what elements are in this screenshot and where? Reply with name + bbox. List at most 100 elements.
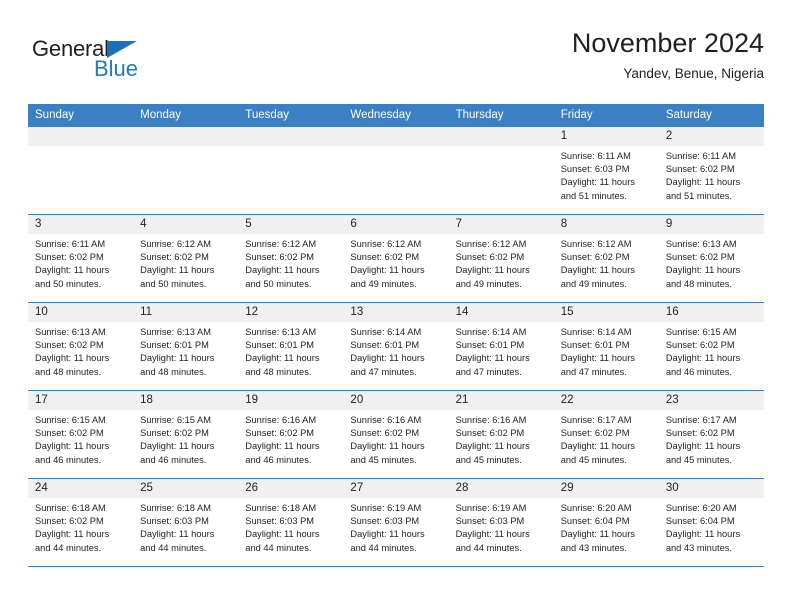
daylight-text-line2: and 46 minutes. <box>245 454 312 465</box>
day-cell[interactable]: 1 Sunrise: 6:11 AM Sunset: 6:03 PM Dayli… <box>553 127 659 214</box>
day-number: 11 <box>133 303 239 322</box>
daylight-text-line1: Daylight: 11 hours <box>560 177 635 188</box>
day-cell[interactable]: 20 Sunrise: 6:16 AM Sunset: 6:02 PM Dayl… <box>343 391 449 478</box>
day-number: 1 <box>553 127 659 146</box>
daylight-text-line2: and 46 minutes. <box>665 366 732 377</box>
sunset-text: Sunset: 6:02 PM <box>560 428 630 439</box>
day-number: 8 <box>553 215 659 234</box>
sunrise-text: Sunrise: 6:13 AM <box>245 327 317 337</box>
day-details: Sunrise: 6:14 AM Sunset: 6:01 PM Dayligh… <box>343 322 448 379</box>
day-cell[interactable]: 17 Sunrise: 6:15 AM Sunset: 6:02 PM Dayl… <box>28 391 134 478</box>
day-details <box>343 146 448 150</box>
day-cell[interactable]: 26 Sunrise: 6:18 AM Sunset: 6:03 PM Dayl… <box>238 479 344 566</box>
day-cell[interactable]: 24 Sunrise: 6:18 AM Sunset: 6:02 PM Dayl… <box>28 479 134 566</box>
daylight-text-line2: and 46 minutes. <box>35 454 102 465</box>
daylight-text-line1: Daylight: 11 hours <box>560 441 635 452</box>
day-cell[interactable]: 19 Sunrise: 6:16 AM Sunset: 6:02 PM Dayl… <box>238 391 344 478</box>
day-number: 25 <box>133 479 239 498</box>
daylight-text-line1: Daylight: 11 hours <box>350 529 425 540</box>
day-details: Sunrise: 6:19 AM Sunset: 6:03 PM Dayligh… <box>449 498 554 555</box>
daylight-text-line1: Daylight: 11 hours <box>350 441 425 452</box>
day-cell[interactable]: 6 Sunrise: 6:12 AM Sunset: 6:02 PM Dayli… <box>343 215 449 302</box>
day-details: Sunrise: 6:18 AM Sunset: 6:03 PM Dayligh… <box>238 498 343 555</box>
general-blue-logo[interactable]: General Blue <box>32 36 212 92</box>
day-cell[interactable]: 5 Sunrise: 6:12 AM Sunset: 6:02 PM Dayli… <box>238 215 344 302</box>
sunset-text: Sunset: 6:02 PM <box>35 516 104 527</box>
sunset-text: Sunset: 6:02 PM <box>350 428 420 439</box>
daylight-text-line1: Daylight: 11 hours <box>140 353 215 364</box>
day-cell[interactable] <box>28 127 134 214</box>
day-number: 6 <box>343 215 449 234</box>
sunrise-text: Sunrise: 6:15 AM <box>140 415 211 425</box>
daylight-text-line1: Daylight: 11 hours <box>140 441 215 452</box>
day-details: Sunrise: 6:20 AM Sunset: 6:04 PM Dayligh… <box>659 498 764 555</box>
day-cell[interactable]: 8 Sunrise: 6:12 AM Sunset: 6:02 PM Dayli… <box>553 215 659 302</box>
day-number: 17 <box>28 391 134 410</box>
sunrise-text: Sunrise: 6:18 AM <box>140 503 211 513</box>
day-cell[interactable]: 14 Sunrise: 6:14 AM Sunset: 6:01 PM Dayl… <box>448 303 554 390</box>
day-cell[interactable]: 29 Sunrise: 6:20 AM Sunset: 6:04 PM Dayl… <box>553 479 659 566</box>
day-number: 27 <box>343 479 449 498</box>
day-cell[interactable]: 21 Sunrise: 6:16 AM Sunset: 6:02 PM Dayl… <box>448 391 554 478</box>
day-cell[interactable]: 18 Sunrise: 6:15 AM Sunset: 6:02 PM Dayl… <box>133 391 239 478</box>
sunset-text: Sunset: 6:02 PM <box>560 252 630 263</box>
daylight-text-line2: and 50 minutes. <box>35 278 102 289</box>
day-cell[interactable]: 12 Sunrise: 6:13 AM Sunset: 6:01 PM Dayl… <box>238 303 344 390</box>
daylight-text-line1: Daylight: 11 hours <box>350 353 425 364</box>
day-number <box>238 127 344 146</box>
day-number: 29 <box>553 479 659 498</box>
sunset-text: Sunset: 6:03 PM <box>455 516 525 527</box>
sunrise-text: Sunrise: 6:14 AM <box>455 327 527 337</box>
day-cell[interactable]: 3 Sunrise: 6:11 AM Sunset: 6:02 PM Dayli… <box>28 215 134 302</box>
weekday-header-row: Sunday Monday Tuesday Wednesday Thursday… <box>28 104 764 126</box>
day-cell[interactable]: 10 Sunrise: 6:13 AM Sunset: 6:02 PM Dayl… <box>28 303 134 390</box>
daylight-text-line1: Daylight: 11 hours <box>665 529 741 540</box>
day-cell[interactable]: 4 Sunrise: 6:12 AM Sunset: 6:02 PM Dayli… <box>133 215 239 302</box>
day-cell[interactable]: 11 Sunrise: 6:13 AM Sunset: 6:01 PM Dayl… <box>133 303 239 390</box>
sunrise-text: Sunrise: 6:12 AM <box>245 239 317 249</box>
daylight-text-line2: and 49 minutes. <box>560 278 627 289</box>
day-cell[interactable] <box>448 127 554 214</box>
day-cell[interactable]: 28 Sunrise: 6:19 AM Sunset: 6:03 PM Dayl… <box>448 479 554 566</box>
weekday-header-tuesday: Tuesday <box>245 109 289 121</box>
calendar-page: General Blue November 2024 Yandev, Benue… <box>0 0 792 612</box>
day-cell[interactable]: 23 Sunrise: 6:17 AM Sunset: 6:02 PM Dayl… <box>658 391 764 478</box>
daylight-text-line2: and 51 minutes. <box>560 190 627 201</box>
day-cell[interactable] <box>343 127 449 214</box>
day-cell[interactable]: 16 Sunrise: 6:15 AM Sunset: 6:02 PM Dayl… <box>658 303 764 390</box>
day-number: 13 <box>343 303 449 322</box>
day-cell[interactable]: 15 Sunrise: 6:14 AM Sunset: 6:01 PM Dayl… <box>553 303 659 390</box>
daylight-text-line2: and 44 minutes. <box>455 542 522 553</box>
daylight-text-line1: Daylight: 11 hours <box>35 265 110 276</box>
day-cell[interactable]: 13 Sunrise: 6:14 AM Sunset: 6:01 PM Dayl… <box>343 303 449 390</box>
day-cell[interactable]: 22 Sunrise: 6:17 AM Sunset: 6:02 PM Dayl… <box>553 391 659 478</box>
sunset-text: Sunset: 6:02 PM <box>140 428 209 439</box>
daylight-text-line2: and 44 minutes. <box>245 542 312 553</box>
page-subtitle-location: Yandev, Benue, Nigeria <box>623 66 764 82</box>
sunset-text: Sunset: 6:01 PM <box>140 340 209 351</box>
day-details: Sunrise: 6:18 AM Sunset: 6:03 PM Dayligh… <box>133 498 238 555</box>
day-cell[interactable]: 7 Sunrise: 6:12 AM Sunset: 6:02 PM Dayli… <box>448 215 554 302</box>
day-cell[interactable]: 9 Sunrise: 6:13 AM Sunset: 6:02 PM Dayli… <box>658 215 764 302</box>
sunrise-text: Sunrise: 6:11 AM <box>665 151 736 161</box>
sunset-text: Sunset: 6:02 PM <box>140 252 209 263</box>
day-details: Sunrise: 6:12 AM Sunset: 6:02 PM Dayligh… <box>449 234 554 291</box>
day-details: Sunrise: 6:13 AM Sunset: 6:01 PM Dayligh… <box>133 322 238 379</box>
sunrise-text: Sunrise: 6:14 AM <box>350 327 422 337</box>
day-cell[interactable] <box>238 127 344 214</box>
day-cell[interactable]: 27 Sunrise: 6:19 AM Sunset: 6:03 PM Dayl… <box>343 479 449 566</box>
day-cell[interactable]: 30 Sunrise: 6:20 AM Sunset: 6:04 PM Dayl… <box>658 479 764 566</box>
day-cell[interactable] <box>133 127 239 214</box>
daylight-text-line1: Daylight: 11 hours <box>665 265 741 276</box>
sunrise-text: Sunrise: 6:17 AM <box>665 415 737 425</box>
day-cell[interactable]: 2 Sunrise: 6:11 AM Sunset: 6:02 PM Dayli… <box>658 127 764 214</box>
day-number: 18 <box>133 391 239 410</box>
day-cell[interactable]: 25 Sunrise: 6:18 AM Sunset: 6:03 PM Dayl… <box>133 479 239 566</box>
day-number: 15 <box>553 303 659 322</box>
sunrise-text: Sunrise: 6:13 AM <box>140 327 211 337</box>
day-number: 7 <box>448 215 554 234</box>
title-block: November 2024 Yandev, Benue, Nigeria <box>572 28 764 81</box>
page-title: November 2024 <box>571 28 764 58</box>
day-details: Sunrise: 6:16 AM Sunset: 6:02 PM Dayligh… <box>238 410 343 467</box>
day-details <box>28 146 133 150</box>
